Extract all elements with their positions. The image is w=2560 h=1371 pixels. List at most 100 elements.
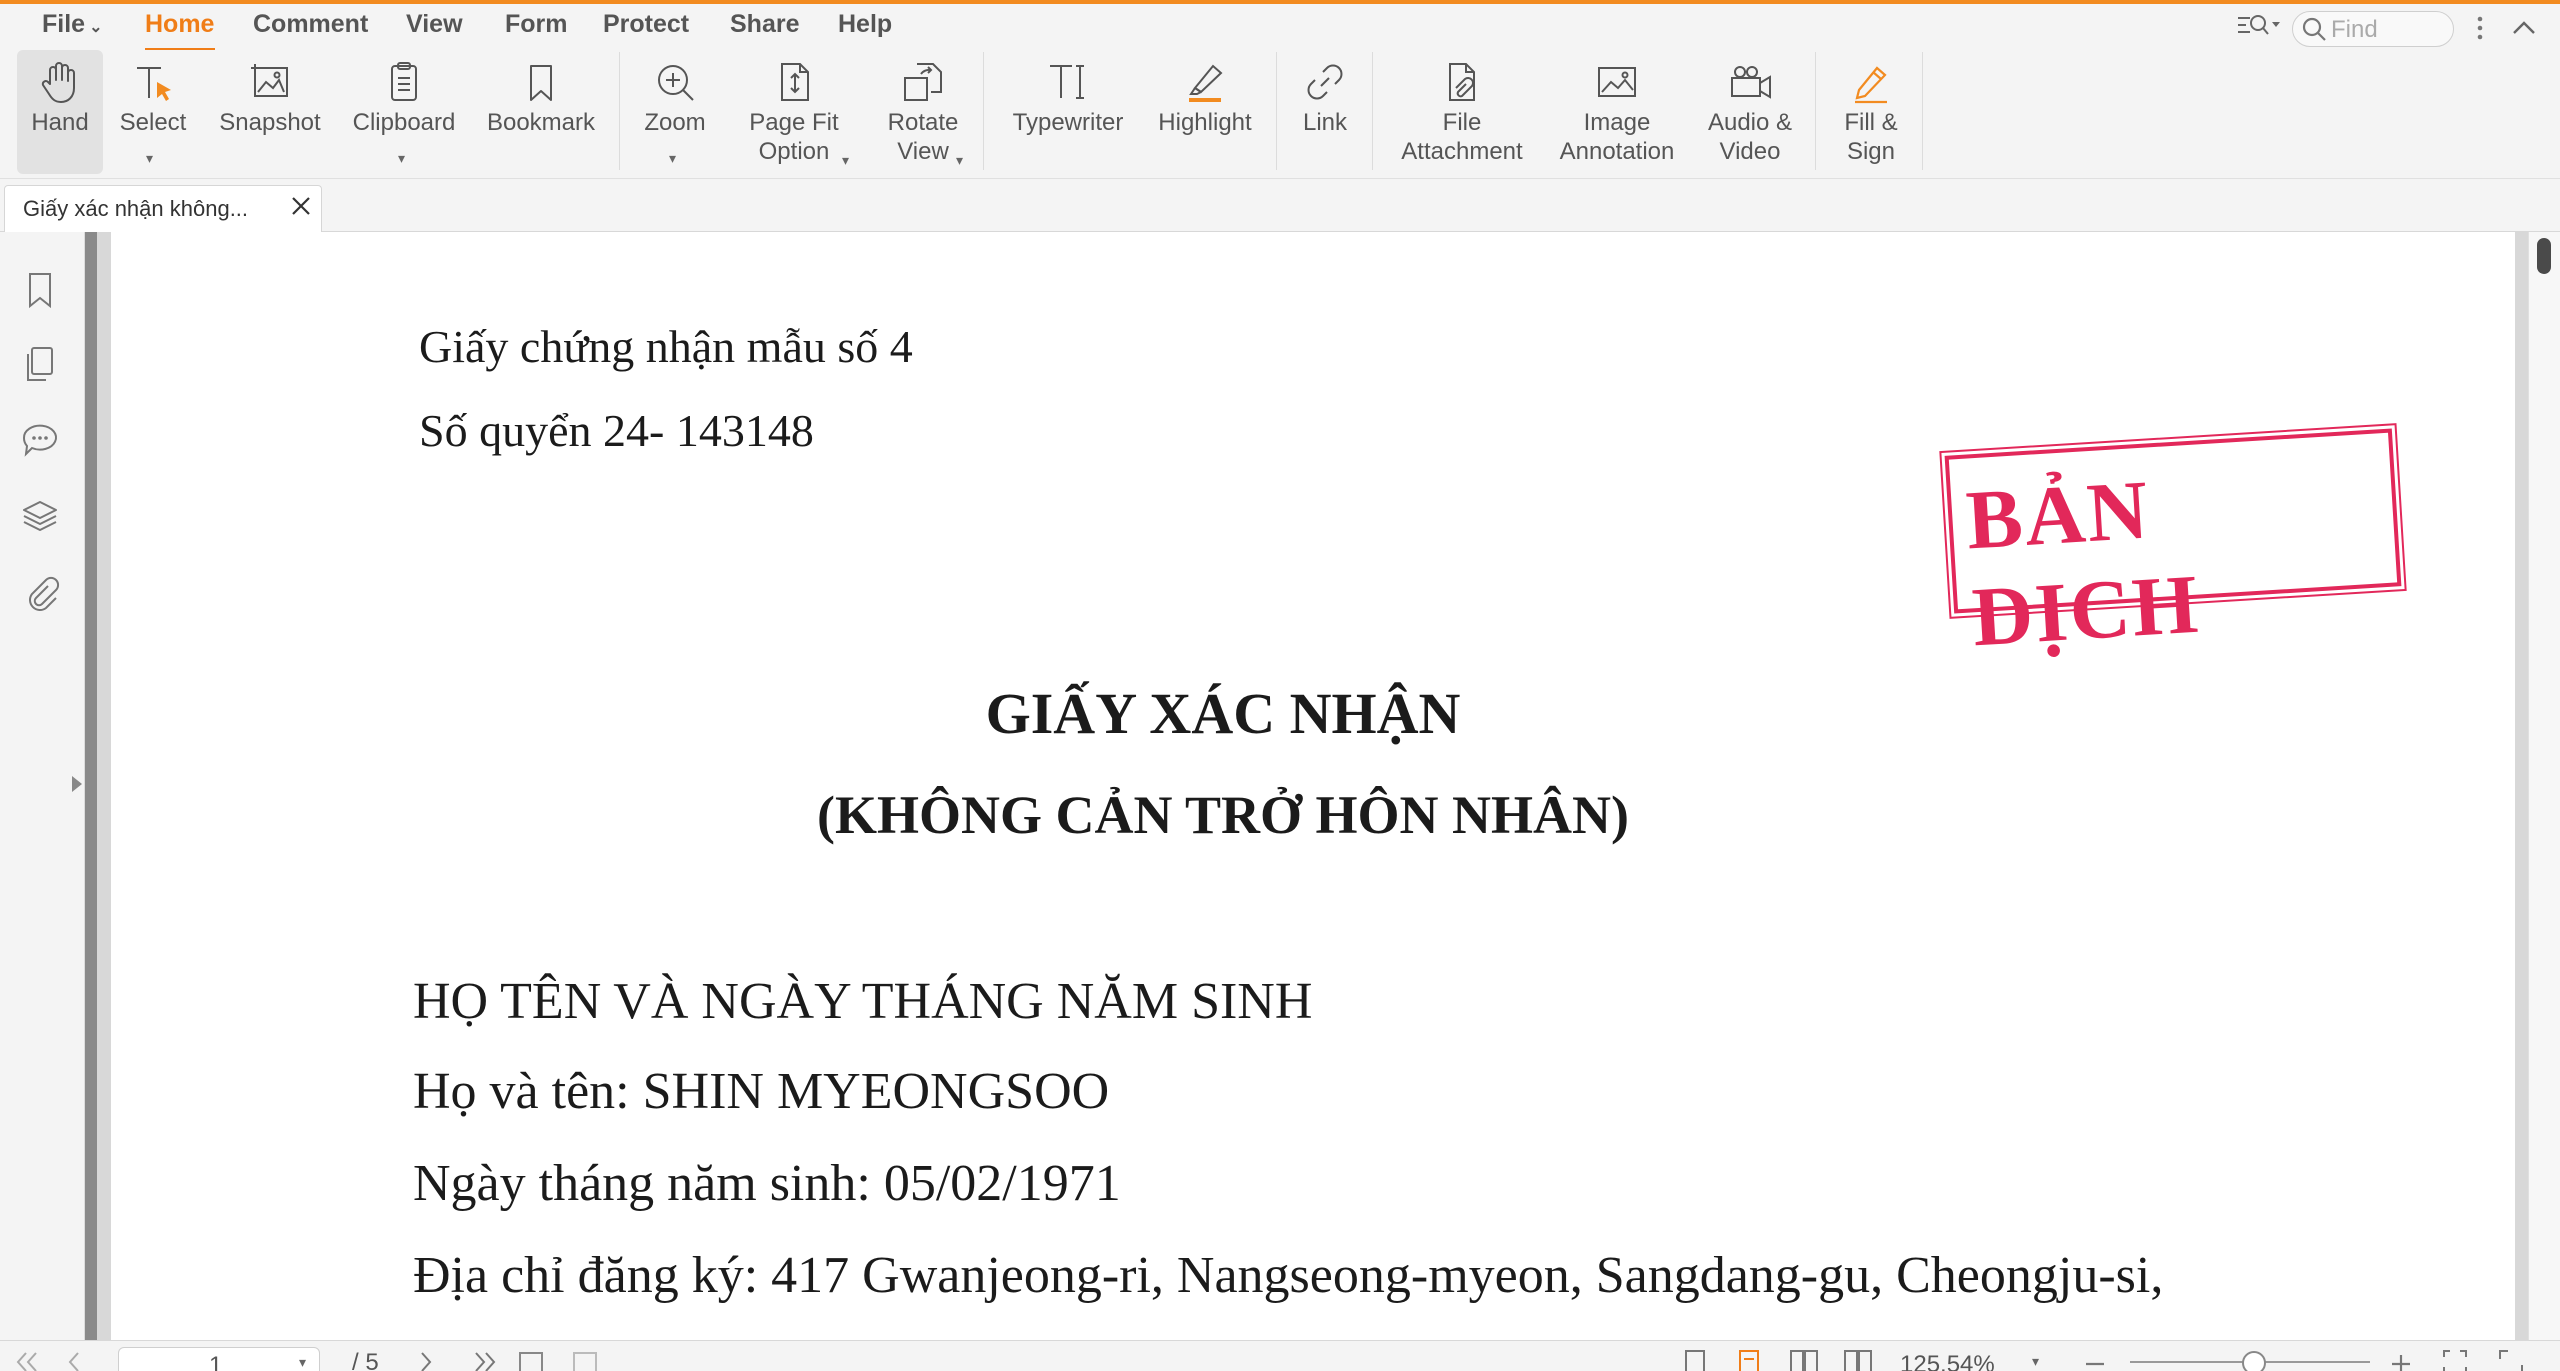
highlight-button[interactable]: Highlight bbox=[1148, 50, 1262, 174]
section-heading: HỌ TÊN VÀ NGÀY THÁNG NĂM SINH bbox=[413, 973, 1313, 1030]
continuous-view-icon[interactable] bbox=[1734, 1347, 1764, 1371]
book-number-text: Số quyển 24- 143148 bbox=[419, 405, 814, 456]
document-view[interactable]: Giấy chứng nhận mẫu số 4 Số quyển 24- 14… bbox=[97, 232, 2528, 1340]
total-pages-text: / 5 bbox=[352, 1349, 379, 1371]
document-tab[interactable]: Giấy xác nhận không... bbox=[4, 185, 322, 232]
clipboard-button[interactable]: Clipboard ▾ bbox=[344, 50, 464, 174]
ribbon-separator bbox=[983, 52, 984, 170]
first-page-icon[interactable] bbox=[10, 1347, 50, 1371]
menu-help[interactable]: Help bbox=[838, 10, 892, 39]
menu-view[interactable]: View bbox=[406, 10, 463, 39]
page-fit-option-button[interactable]: Page Fit Option ▾ bbox=[732, 50, 856, 174]
stamp-text: BẢN DỊCH bbox=[1963, 463, 2203, 665]
snapshot-label: Snapshot bbox=[219, 109, 321, 136]
clipboard-icon bbox=[380, 58, 428, 106]
comments-panel-icon[interactable] bbox=[18, 418, 62, 462]
full-name-line: Họ và tên: SHIN MYEONGSOO bbox=[413, 1063, 1110, 1120]
page-number-input[interactable]: 1 ▾ bbox=[118, 1347, 320, 1371]
continuous-facing-view-icon[interactable] bbox=[1842, 1347, 1874, 1371]
menu-share[interactable]: Share bbox=[730, 10, 799, 39]
more-options-icon[interactable] bbox=[2470, 12, 2490, 44]
date-of-birth-line: Ngày tháng năm sinh: 05/02/1971 bbox=[413, 1155, 1121, 1212]
rotate-dropdown-icon[interactable]: ▾ bbox=[956, 146, 963, 175]
go-forward-view-icon[interactable] bbox=[568, 1347, 604, 1371]
select-tool-button[interactable]: Select ▾ bbox=[108, 50, 198, 174]
ribbon-separator bbox=[1815, 52, 1816, 170]
bookmarks-panel-icon[interactable] bbox=[18, 268, 62, 312]
menu-file[interactable]: File ⌄ bbox=[42, 10, 102, 39]
layers-panel-icon[interactable] bbox=[18, 494, 62, 538]
expand-panel-icon[interactable] bbox=[70, 772, 84, 796]
facing-view-icon[interactable] bbox=[1788, 1347, 1820, 1371]
fill-sign-label: Fill & Sign bbox=[1844, 109, 1898, 165]
ribbon-toolbar: Hand Select ▾ Snapshot Clipboard ▾ Bookm… bbox=[0, 50, 2560, 179]
page-fit-dropdown-icon[interactable]: ▾ bbox=[842, 146, 849, 175]
go-back-view-icon[interactable] bbox=[514, 1347, 550, 1371]
menu-comment[interactable]: Comment bbox=[253, 10, 368, 39]
menu-home[interactable]: Home bbox=[145, 10, 214, 39]
zoom-level-select[interactable]: 125.54% ▾ bbox=[1882, 1347, 2048, 1371]
bookmark-button[interactable]: Bookmark bbox=[478, 50, 604, 174]
zoom-out-icon[interactable] bbox=[2080, 1349, 2110, 1371]
ribbon-separator bbox=[619, 52, 620, 170]
zoom-in-icon[interactable] bbox=[2386, 1349, 2416, 1371]
zoom-dropdown-icon[interactable]: ▾ bbox=[2032, 1353, 2039, 1370]
clipboard-dropdown-icon[interactable]: ▾ bbox=[398, 144, 405, 173]
fullscreen-icon[interactable] bbox=[2496, 1347, 2526, 1371]
typewriter-label: Typewriter bbox=[1012, 109, 1124, 136]
audio-video-label: Audio & Video bbox=[1707, 109, 1793, 165]
sidebar-splitter[interactable] bbox=[85, 232, 97, 1340]
single-page-view-icon[interactable] bbox=[1680, 1347, 1710, 1371]
bookmark-label: Bookmark bbox=[486, 109, 596, 136]
document-tab-bar: Giấy xác nhận không... bbox=[0, 179, 2560, 232]
audio-video-button[interactable]: Audio & Video bbox=[1696, 50, 1804, 174]
zoom-label: Zoom bbox=[644, 109, 706, 136]
close-icon[interactable] bbox=[289, 194, 313, 218]
image-annotation-button[interactable]: Image Annotation bbox=[1550, 50, 1684, 174]
clipboard-label: Clipboard bbox=[352, 109, 456, 136]
next-page-icon[interactable] bbox=[410, 1347, 440, 1371]
collapse-ribbon-icon[interactable] bbox=[2508, 12, 2540, 44]
file-attachment-icon bbox=[1438, 58, 1486, 106]
pages-panel-icon[interactable] bbox=[18, 342, 62, 386]
file-attachment-button[interactable]: File Attachment bbox=[1386, 50, 1538, 174]
ribbon-separator bbox=[1372, 52, 1373, 170]
form-number-text: Giấy chứng nhận mẫu số 4 bbox=[419, 321, 913, 372]
translation-stamp: BẢN DỊCH bbox=[1939, 422, 2407, 664]
fill-sign-button[interactable]: Fill & Sign bbox=[1828, 50, 1914, 174]
document-subtitle: (KHÔNG CẢN TRỞ HÔN NHÂN) bbox=[816, 785, 1629, 845]
menu-bar: File ⌄ Home Comment View Form Protect Sha… bbox=[0, 4, 2560, 52]
zoom-dropdown-icon[interactable]: ▾ bbox=[669, 144, 676, 173]
zoom-slider-handle[interactable] bbox=[2242, 1351, 2266, 1371]
typewriter-icon bbox=[1044, 58, 1092, 106]
last-page-icon[interactable] bbox=[462, 1347, 502, 1371]
file-attachment-label: File Attachment bbox=[1401, 109, 1523, 165]
attachments-panel-icon[interactable] bbox=[18, 570, 62, 614]
typewriter-button[interactable]: Typewriter bbox=[998, 50, 1138, 174]
fit-page-icon[interactable] bbox=[2440, 1347, 2470, 1371]
find-input[interactable]: Find bbox=[2292, 11, 2454, 47]
address-line: Địa chỉ đăng ký: 417 Gwanjeong-ri, Nangs… bbox=[413, 1247, 2164, 1304]
highlight-icon bbox=[1181, 58, 1229, 106]
snapshot-button[interactable]: Snapshot bbox=[212, 50, 328, 174]
zoom-button[interactable]: Zoom ▾ bbox=[630, 50, 720, 174]
hand-tool-button[interactable]: Hand bbox=[17, 50, 103, 174]
hand-icon bbox=[36, 58, 84, 106]
ribbon-separator bbox=[1922, 52, 1923, 170]
menu-form[interactable]: Form bbox=[505, 10, 568, 39]
menu-protect[interactable]: Protect bbox=[603, 10, 689, 39]
snapshot-icon bbox=[246, 58, 294, 106]
highlight-label: Highlight bbox=[1158, 109, 1252, 136]
rotate-view-button[interactable]: Rotate View ▾ bbox=[868, 50, 978, 174]
search-options-icon[interactable] bbox=[2236, 10, 2282, 42]
video-camera-icon bbox=[1726, 58, 1774, 106]
search-icon bbox=[2301, 16, 2327, 42]
scrollbar-thumb[interactable] bbox=[2537, 238, 2551, 274]
link-button[interactable]: Link bbox=[1290, 50, 1360, 174]
previous-page-icon[interactable] bbox=[60, 1347, 90, 1371]
vertical-scrollbar[interactable] bbox=[2528, 232, 2560, 1340]
bookmark-icon bbox=[517, 58, 565, 106]
page-dropdown-icon[interactable]: ▾ bbox=[299, 1354, 306, 1371]
document-tab-title: Giấy xác nhận không... bbox=[23, 196, 249, 221]
select-dropdown-icon[interactable]: ▾ bbox=[146, 144, 153, 173]
